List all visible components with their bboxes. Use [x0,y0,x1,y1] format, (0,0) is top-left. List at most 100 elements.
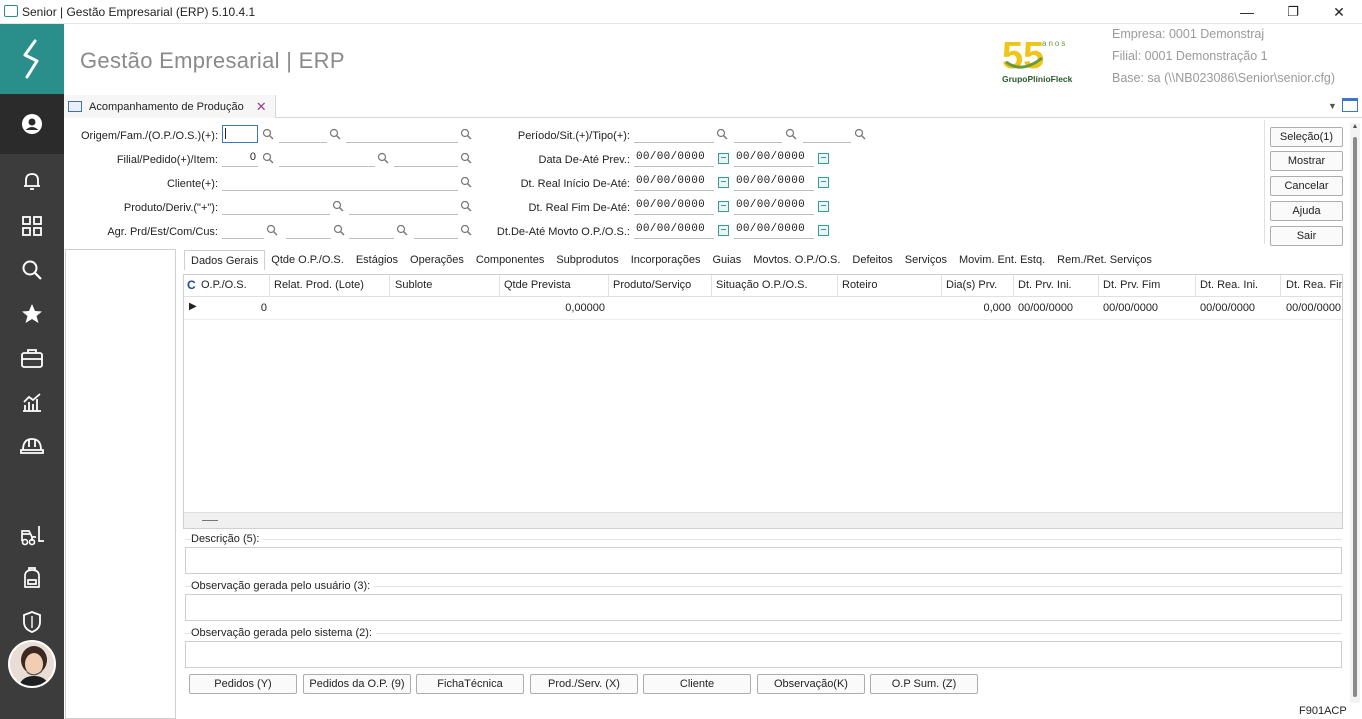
tab-movim-ent-estq[interactable]: Movim. Ent. Estq. [953,250,1051,270]
col-roteiro[interactable]: Roteiro [842,279,877,291]
real-fim-ate-field[interactable]: 00/00/0000 [734,197,814,215]
tipo-search-icon[interactable] [854,128,866,140]
col-dt-prv-ini[interactable]: Dt. Prv. Ini. [1018,279,1072,291]
col-dt-rea-fim[interactable]: Dt. Rea. Fim [1286,279,1342,291]
cell-dt-prv-fim[interactable]: 00/00/0000 [1103,302,1158,314]
mostrar-button[interactable]: Mostrar [1270,151,1343,171]
calendar-icon[interactable] [718,225,729,236]
search-icon[interactable] [18,256,46,284]
cliente-button[interactable]: Cliente [643,674,751,694]
table-row[interactable]: ▶ 0 0,00000 0,000 00/00/0000 00/00/0000 … [184,298,1342,320]
agr-est-field[interactable] [286,221,331,239]
grid-corner[interactable]: C [187,278,196,292]
grid-icon[interactable] [18,212,46,240]
tab-movtos-op-os[interactable]: Movtos. O.P./O.S. [747,250,846,270]
familia-search-icon[interactable] [329,128,341,140]
op-os-field[interactable] [346,125,458,143]
cell-dias-prv[interactable]: 0,000 [946,302,1011,314]
origem-field[interactable] [222,125,258,143]
calendar-icon[interactable] [818,201,829,212]
periodo-search-icon[interactable] [716,128,728,140]
tab-close-icon[interactable]: ✕ [256,99,267,115]
shield-icon[interactable] [18,608,46,636]
cancelar-button[interactable]: Cancelar [1270,176,1343,196]
star-icon[interactable] [18,300,46,328]
agr-prd-search-icon[interactable] [266,224,278,236]
tab-estagios[interactable]: Estágios [350,250,404,270]
chevron-down-icon[interactable]: ▼ [1328,101,1337,111]
tab-dados-gerais[interactable]: Dados Gerais [184,250,266,270]
situacao-search-icon[interactable] [785,128,797,140]
cell-qtde-prevista[interactable]: 0,00000 [504,302,605,314]
senior-logo-icon[interactable] [0,24,64,94]
familia-field[interactable] [279,125,327,143]
minimize-button[interactable]: — [1224,0,1270,24]
tab-servicos[interactable]: Serviços [899,250,953,270]
produto-field[interactable] [222,197,330,215]
calendar-icon[interactable] [818,225,829,236]
agr-est-search-icon[interactable] [333,224,345,236]
col-op-os[interactable]: O.P./O.S. [201,279,247,291]
item-search-icon[interactable] [460,152,472,164]
data-prev-de-field[interactable]: 00/00/0000 [634,149,714,167]
origem-search-icon[interactable] [262,128,274,140]
tab-subprodutos[interactable]: Subprodutos [550,250,624,270]
vertical-scrollbar[interactable]: ▲ [1350,123,1360,703]
agr-cus-search-icon[interactable] [460,224,472,236]
ficha-tecnica-button[interactable]: FichaTécnica [416,674,524,694]
pedidos-op-button[interactable]: Pedidos da O.P. (9) [303,674,411,694]
periodo-field[interactable] [634,125,714,143]
close-window-button[interactable]: ✕ [1316,0,1362,24]
derivacao-field[interactable] [349,197,458,215]
user-avatar[interactable] [8,640,56,688]
cliente-field[interactable] [222,173,458,191]
real-ini-ate-field[interactable]: 00/00/0000 [734,173,814,191]
filial-field[interactable]: 0 [222,149,258,167]
col-qtde-prevista[interactable]: Qtde Prevista [504,279,571,291]
movto-ate-field[interactable]: 00/00/0000 [734,221,814,239]
col-produto-servico[interactable]: Produto/Serviço [613,279,691,291]
ajuda-button[interactable]: Ajuda [1270,201,1343,221]
filial-search-icon[interactable] [262,152,274,164]
real-ini-de-field[interactable]: 00/00/0000 [634,173,714,191]
backpack-icon[interactable] [18,564,46,592]
cell-dt-prv-ini[interactable]: 00/00/0000 [1018,302,1073,314]
forklift-icon[interactable] [18,521,46,549]
produto-search-icon[interactable] [332,200,344,212]
observacao-button[interactable]: Observação(K) [757,674,865,694]
user-icon[interactable] [18,110,46,138]
situacao-field[interactable] [734,125,782,143]
calendar-icon[interactable] [718,177,729,188]
maximize-button[interactable]: ❐ [1270,0,1316,24]
obs-sistema-field[interactable] [185,641,1342,668]
col-relat-prod-lote[interactable]: Relat. Prod. (Lote) [274,279,364,291]
obs-usuario-field[interactable] [185,594,1342,621]
col-dt-rea-ini[interactable]: Dt. Rea. Ini. [1200,279,1258,291]
real-fim-de-field[interactable]: 00/00/0000 [634,197,714,215]
tab-qtde-op-os[interactable]: Qtde O.P./O.S. [265,250,350,270]
agr-cus-field[interactable] [414,221,458,239]
derivacao-search-icon[interactable] [460,200,472,212]
bell-icon[interactable] [18,167,46,195]
descricao-field[interactable] [185,547,1342,574]
pedidos-button[interactable]: Pedidos (Y) [189,674,297,694]
col-sublote[interactable]: Sublote [395,279,432,291]
item-field[interactable] [394,149,458,167]
op-os-search-icon[interactable] [460,128,472,140]
tree-panel[interactable] [65,249,176,719]
prod-serv-button[interactable]: Prod./Serv. (X) [530,674,638,694]
briefcase-icon[interactable] [18,344,46,372]
cell-op-os[interactable]: 0 [201,302,267,314]
pedido-search-icon[interactable] [377,152,389,164]
cell-dt-rea-fim[interactable]: 00/00/0000 [1286,302,1342,314]
col-dt-prv-fim[interactable]: Dt. Prv. Fim [1103,279,1160,291]
calendar-icon[interactable] [818,153,829,164]
helmet-icon[interactable] [18,432,46,460]
grid-horizontal-scrollbar[interactable] [184,512,1342,528]
op-sum-button[interactable]: O.P Sum. (Z) [870,674,978,694]
results-grid[interactable]: C O.P./O.S. Relat. Prod. (Lote) Sublote … [183,274,1343,529]
calendar-icon[interactable] [718,153,729,164]
agr-prd-field[interactable] [222,221,264,239]
chart-icon[interactable] [18,388,46,416]
cell-dt-rea-ini[interactable]: 00/00/0000 [1200,302,1255,314]
